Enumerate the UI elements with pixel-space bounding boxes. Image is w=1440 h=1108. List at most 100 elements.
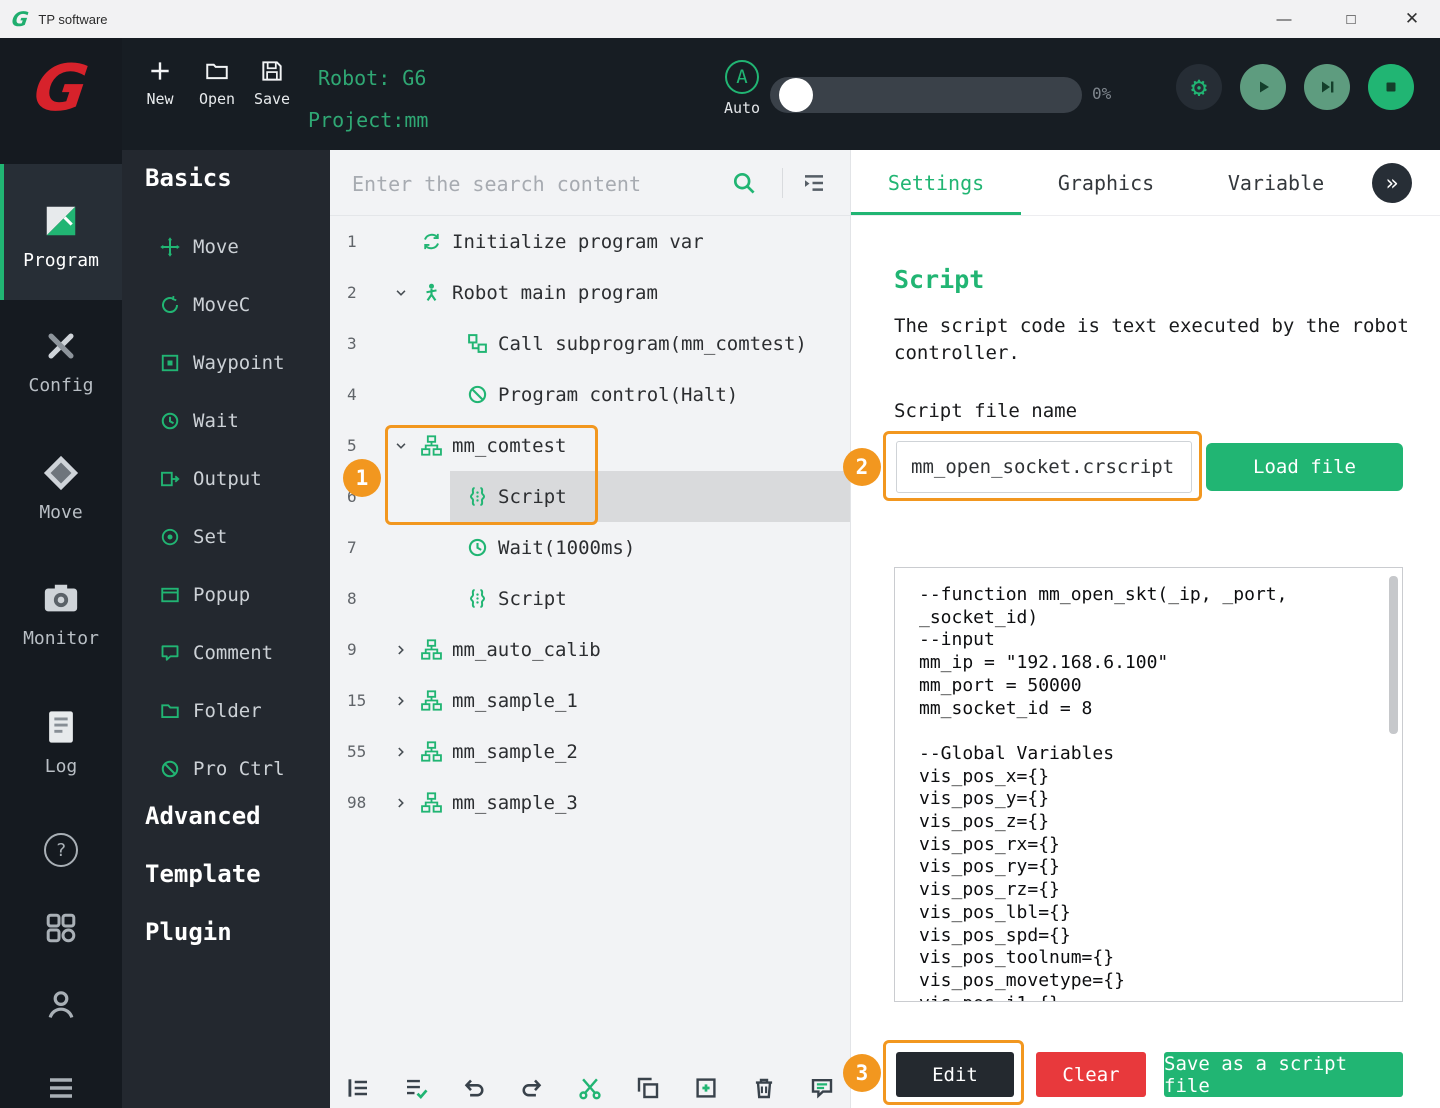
palette-item-set[interactable]: Set [122,508,330,566]
tree-row-script[interactable]: 8 Script [330,573,850,624]
section-plugin[interactable]: Plugin [145,918,232,946]
palette-item-label: Output [193,468,262,490]
clear-button[interactable]: Clear [1036,1052,1146,1097]
palette-item-proctrl[interactable]: Pro Ctrl [122,740,330,798]
palette-item-label: Folder [193,700,262,722]
tree-row-program-control[interactable]: 4 Program control(Halt) [330,369,850,420]
delete-icon[interactable] [752,1076,776,1100]
chevron-down-icon[interactable] [390,439,412,453]
copy-icon[interactable] [636,1076,660,1100]
paste-icon[interactable] [694,1076,718,1100]
minimize-button[interactable]: — [1261,0,1307,38]
load-file-button[interactable]: Load file [1206,443,1403,491]
run-button[interactable] [1240,64,1286,110]
speed-slider[interactable] [770,77,1082,113]
maximize-button[interactable]: □ [1328,0,1374,38]
folder-icon [160,701,180,721]
save-button[interactable]: Save [246,58,298,108]
auto-mode-icon: A [725,60,759,94]
tree-row-mm-auto-calib[interactable]: 9 mm_auto_calib [330,624,850,675]
row-label: Robot main program [452,281,658,304]
tree-row-call-subprogram[interactable]: 3 Call subprogram(mm_comtest) [330,318,850,369]
sidebar-item-log[interactable]: Log [0,708,122,777]
slider-knob[interactable] [779,78,813,112]
user-button[interactable] [0,989,122,1021]
edit-button[interactable]: Edit [896,1052,1014,1097]
palette-item-label: Move [193,236,239,258]
stop-icon [1379,75,1403,99]
code-scrollbar[interactable] [1389,576,1398,734]
tree-row-script-selected[interactable]: 6 Script [330,471,850,522]
open-button[interactable]: Open [191,58,243,108]
chevron-right-icon[interactable] [390,643,412,657]
skip-icon [1315,75,1339,99]
undo-icon[interactable] [462,1076,486,1100]
chevron-right-icon[interactable] [390,796,412,810]
sidebar-item-label: Log [44,756,78,777]
search-icon[interactable] [732,171,756,195]
tree-row-mm-sample-1[interactable]: 15 mm_sample_1 [330,675,850,726]
palette-item-movec[interactable]: MoveC [122,276,330,334]
tree-row-initialize[interactable]: 1 Initialize program var [330,216,850,267]
sidebar-item-label: Program [23,250,99,271]
cut-icon[interactable] [578,1076,602,1100]
config-icon [42,327,80,365]
tab-graphics[interactable]: Graphics [1021,150,1191,215]
settings-button[interactable]: ⚙ [1176,64,1222,110]
section-advanced[interactable]: Advanced [145,802,261,830]
help-button[interactable]: ? [0,833,122,867]
script-code-viewer[interactable]: --function mm_open_skt(_ip, _port, _sock… [894,567,1403,1002]
output-icon [160,469,180,489]
palette-item-wait[interactable]: Wait [122,392,330,450]
menu-button[interactable] [0,1072,122,1104]
program-tree-panel: 1 Initialize program var 2 Robot main pr… [330,150,850,1108]
move-arrows-icon [160,237,180,257]
row-label: Script [498,485,567,508]
tab-variable[interactable]: Variable [1191,150,1361,215]
tree-row-mm-sample-2[interactable]: 55 mm_sample_2 [330,726,850,777]
palette-item-output[interactable]: Output [122,450,330,508]
row-label: Call subprogram(mm_comtest) [498,332,807,355]
palette-item-folder[interactable]: Folder [122,682,330,740]
chevron-right-icon[interactable] [390,745,412,759]
tree-row-mm-sample-3[interactable]: 98 mm_sample_3 [330,777,850,828]
sidebar-item-config[interactable]: Config [0,327,122,396]
search-input[interactable] [330,150,734,217]
tree-row-wait[interactable]: 7 Wait(1000ms) [330,522,850,573]
list-check-icon[interactable] [404,1076,428,1100]
palette-item-waypoint[interactable]: Waypoint [122,334,330,392]
apps-button[interactable] [0,912,122,944]
script-file-name-input[interactable] [896,441,1192,493]
sidebar-item-program[interactable]: Program [0,164,122,300]
palette-item-comment[interactable]: Comment [122,624,330,682]
inspector-tabs: Settings Graphics Variable » [851,150,1440,216]
palette-item-popup[interactable]: Popup [122,566,330,624]
palette-item-move[interactable]: Move [122,218,330,276]
open-label: Open [198,90,236,108]
row-number: 9 [347,640,357,659]
chevron-right-icon[interactable] [390,694,412,708]
window-icon [160,585,180,605]
step-button[interactable] [1304,64,1350,110]
sidebar-item-move[interactable]: Move [0,454,122,523]
comment-icon[interactable] [810,1076,834,1100]
subprogram-icon [421,741,442,762]
move-top-icon[interactable] [346,1076,370,1100]
close-button[interactable]: ✕ [1389,0,1435,38]
tree-row-mm-comtest[interactable]: 5 mm_comtest [330,420,850,471]
stop-button[interactable] [1368,64,1414,110]
section-basics[interactable]: Basics [145,164,232,192]
sidebar-item-monitor[interactable]: Monitor [0,580,122,649]
chevron-down-icon[interactable] [390,286,412,300]
more-tabs-button[interactable]: » [1372,163,1412,203]
tree-row-main-program[interactable]: 2 Robot main program [330,267,850,318]
auto-mode-button[interactable]: A Auto [714,60,770,117]
save-as-script-file-button[interactable]: Save as a script file [1164,1052,1403,1097]
prohibit-icon [160,759,180,779]
redo-icon[interactable] [520,1076,544,1100]
tab-settings[interactable]: Settings [851,150,1021,215]
project-name: Project:mm [308,108,429,132]
outline-icon[interactable] [802,171,826,195]
section-template[interactable]: Template [145,860,261,888]
new-button[interactable]: New [134,58,186,108]
